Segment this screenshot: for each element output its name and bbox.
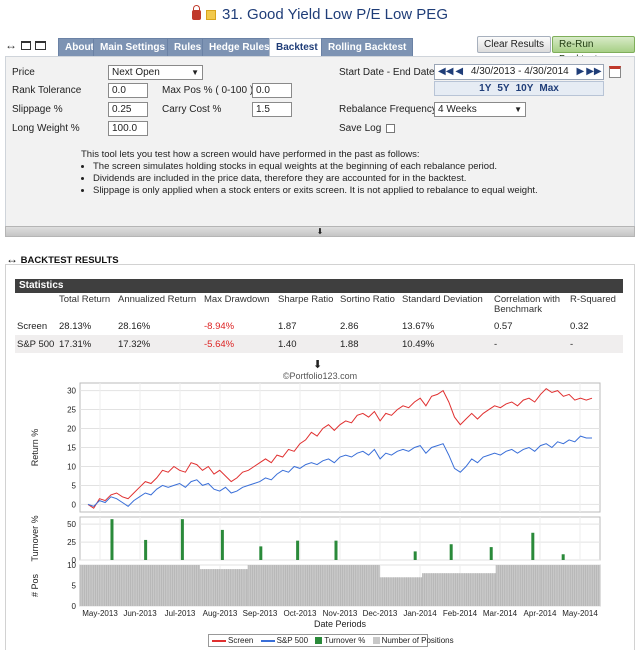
x-tick-label: Apr-2014: [524, 609, 557, 618]
turnover-bar: [561, 554, 565, 560]
backtest-chart: 051015202530Return %02550Turnover %0510#…: [30, 382, 601, 629]
turnover-bar: [180, 519, 184, 560]
y-tick-label: 15: [67, 444, 76, 453]
y-tick-label: 20: [67, 425, 76, 434]
y-axis-label: Return %: [30, 429, 40, 467]
turnover-bar: [296, 540, 300, 560]
x-tick-label: May-2014: [562, 609, 598, 618]
turnover-bar: [334, 540, 338, 560]
x-tick-label: Jul-2013: [165, 609, 196, 618]
x-tick-label: Aug-2013: [203, 609, 238, 618]
x-tick-label: Jan-2014: [403, 609, 437, 618]
x-tick-label: May-2013: [82, 609, 118, 618]
y-tick-label: 10: [67, 561, 76, 570]
turnover-bar: [531, 532, 535, 560]
y-tick-label: 5: [72, 582, 77, 591]
turnover-bar: [449, 544, 453, 560]
x-tick-label: Oct-2013: [284, 609, 317, 618]
turnover-bar: [413, 551, 417, 560]
legend-item-sp500: S&P 500: [260, 635, 308, 646]
y-tick-label: 10: [67, 462, 76, 471]
y-tick-label: 25: [67, 538, 76, 547]
y-axis-label: Turnover %: [30, 515, 40, 561]
y-tick-label: 25: [67, 406, 76, 415]
x-axis-label: Date Periods: [314, 619, 367, 629]
y-tick-label: 0: [72, 500, 77, 509]
x-tick-label: Nov-2013: [323, 609, 358, 618]
turnover-bar: [144, 539, 148, 560]
x-tick-label: Feb-2014: [443, 609, 478, 618]
x-tick-label: Dec-2013: [363, 609, 398, 618]
y-tick-label: 50: [67, 520, 76, 529]
x-tick-label: Mar-2014: [483, 609, 518, 618]
legend-item-screen: Screen: [212, 635, 253, 646]
y-axis-label: # Pos: [30, 573, 40, 597]
turnover-bar: [220, 529, 224, 560]
y-tick-label: 30: [67, 387, 76, 396]
positions-segment: [80, 565, 201, 606]
y-tick-label: 5: [72, 481, 77, 490]
x-tick-label: Sep-2013: [243, 609, 278, 618]
chart-legend: Screen S&P 500 Turnover % Number of Posi…: [208, 634, 454, 647]
x-tick-label: Jun-2013: [123, 609, 157, 618]
turnover-bar: [489, 547, 493, 560]
legend-item-positions: Number of Positions: [372, 635, 454, 646]
turnover-bar: [110, 519, 114, 560]
y-tick-label: 0: [72, 602, 77, 611]
legend-item-turnover: Turnover %: [315, 635, 365, 646]
turnover-bar: [259, 546, 263, 560]
